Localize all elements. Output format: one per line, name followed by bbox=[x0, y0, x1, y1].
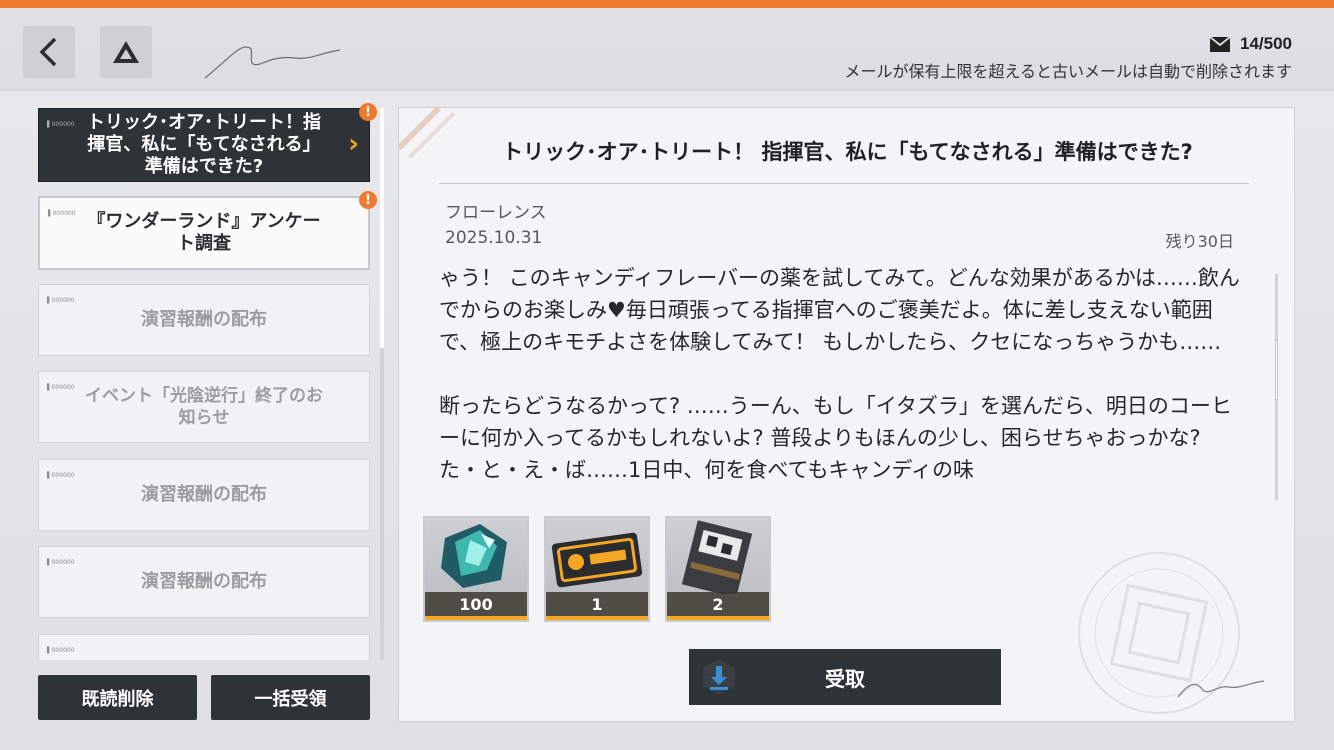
unread-alert-icon: ! bbox=[359, 103, 377, 121]
mail-id-tag: ▌000000 bbox=[47, 297, 75, 304]
signature-decoration bbox=[204, 46, 341, 79]
claim-button-label: 受取 bbox=[825, 666, 865, 691]
divider bbox=[439, 183, 1249, 184]
mail-list-item[interactable]: ▌000000 演習報酬の配布 bbox=[38, 284, 370, 356]
chevron-left-icon bbox=[39, 37, 57, 67]
chevron-right-icon: › bbox=[348, 129, 359, 159]
signature-decoration bbox=[1177, 680, 1265, 698]
mail-title: トリック･オア･トリート！ 指揮官、私に「もてなされる」準備はできた? bbox=[502, 140, 1193, 164]
mail-date: 2025.10.31 bbox=[445, 228, 543, 248]
mail-detail-panel: トリック･オア･トリート！ 指揮官、私に「もてなされる」準備はできた? フローレ… bbox=[398, 107, 1295, 722]
mail-count: 14/500 bbox=[1210, 34, 1292, 54]
mail-limit-notice: メールが保有上限を超えると古いメールは自動で削除されます bbox=[844, 62, 1292, 81]
reward-item[interactable]: 2 bbox=[665, 516, 771, 622]
mail-list-item[interactable]: ▌000000 bbox=[38, 634, 370, 660]
scrollbar-thumb[interactable] bbox=[380, 108, 384, 348]
ticket-card-icon bbox=[551, 532, 643, 588]
claim-all-button[interactable]: 一括受領 bbox=[211, 675, 370, 720]
mail-id-tag: ▌000000 bbox=[47, 384, 75, 391]
reward-item[interactable]: 1 bbox=[544, 516, 650, 622]
mail-item-title: 『ワンダーランド』アンケート調査 bbox=[87, 211, 321, 254]
mail-body[interactable]: ゃう！ このキャンディフレーバーの薬を試してみて。どんな効果があるかは……飲んで… bbox=[439, 262, 1247, 500]
claim-button[interactable]: 受取 bbox=[689, 649, 1001, 705]
mail-list-item[interactable]: ▌000000 演習報酬の配布 bbox=[38, 546, 370, 618]
reward-item[interactable]: 100 bbox=[423, 516, 529, 622]
mail-list-scrollbar[interactable] bbox=[380, 108, 384, 660]
mail-list-item[interactable]: ▌000000 トリック･オア･トリート！指揮官、私に「もてなされる」準備はでき… bbox=[38, 108, 370, 182]
header: 14/500 メールが保有上限を超えると古いメールは自動で削除されます bbox=[0, 8, 1334, 91]
mail-body-paragraph: 断ったらどうなるかって? ……うーん、もし「イタズラ」を選んだら、明日のコーヒー… bbox=[439, 394, 1232, 482]
mail-sender: フローレンス bbox=[445, 203, 547, 223]
mail-item-title: トリック･オア･トリート！指揮官、私に「もてなされる」準備はできた? bbox=[87, 112, 321, 177]
mail-item-title: 演習報酬の配布 bbox=[141, 309, 267, 330]
triangle-logo-icon bbox=[113, 41, 139, 63]
mail-item-title: 演習報酬の配布 bbox=[141, 484, 267, 505]
unread-alert-icon: ! bbox=[359, 191, 377, 209]
mail-list-item[interactable]: ▌000000 演習報酬の配布 bbox=[38, 459, 370, 531]
envelope-icon bbox=[1210, 36, 1230, 52]
mail-item-title: 演習報酬の配布 bbox=[141, 571, 267, 592]
mail-body-scrollbar[interactable] bbox=[1275, 274, 1278, 500]
mail-body-paragraph: ゃう！ このキャンディフレーバーの薬を試してみて。どんな効果があるかは……飲んで… bbox=[439, 266, 1240, 354]
back-button[interactable] bbox=[23, 26, 75, 78]
gem-crystal-icon bbox=[441, 524, 507, 588]
mail-item-title: イベント「光陰逆行」終了のお知らせ bbox=[85, 386, 323, 428]
mail-id-tag: ▌000000 bbox=[47, 472, 75, 479]
package-box-icon bbox=[681, 520, 753, 594]
mail-list-item[interactable]: ▌000000 イベント「光陰逆行」終了のお知らせ bbox=[38, 371, 370, 443]
reward-quantity: 100 bbox=[425, 592, 527, 620]
mail-list[interactable]: ▌000000 トリック･オア･トリート！指揮官、私に「もてなされる」準備はでき… bbox=[38, 108, 370, 660]
mail-id-tag: ▌000000 bbox=[47, 647, 75, 654]
mail-count-text: 14/500 bbox=[1240, 34, 1292, 53]
scrollbar-thumb[interactable] bbox=[1275, 340, 1278, 400]
mail-id-tag: ▌000000 bbox=[47, 121, 75, 128]
top-accent-bar bbox=[0, 0, 1334, 8]
mail-id-tag: ▌000000 bbox=[48, 210, 76, 217]
download-icon bbox=[703, 659, 735, 695]
mail-id-tag: ▌000000 bbox=[47, 559, 75, 566]
reward-quantity: 1 bbox=[546, 592, 648, 620]
delete-read-button[interactable]: 既読削除 bbox=[38, 675, 197, 720]
mail-expiry: 残り30日 bbox=[1165, 232, 1234, 251]
reward-quantity: 2 bbox=[667, 592, 769, 620]
drive-button[interactable] bbox=[100, 26, 152, 78]
mail-list-item[interactable]: ▌000000 『ワンダーランド』アンケート調査 bbox=[38, 196, 370, 270]
